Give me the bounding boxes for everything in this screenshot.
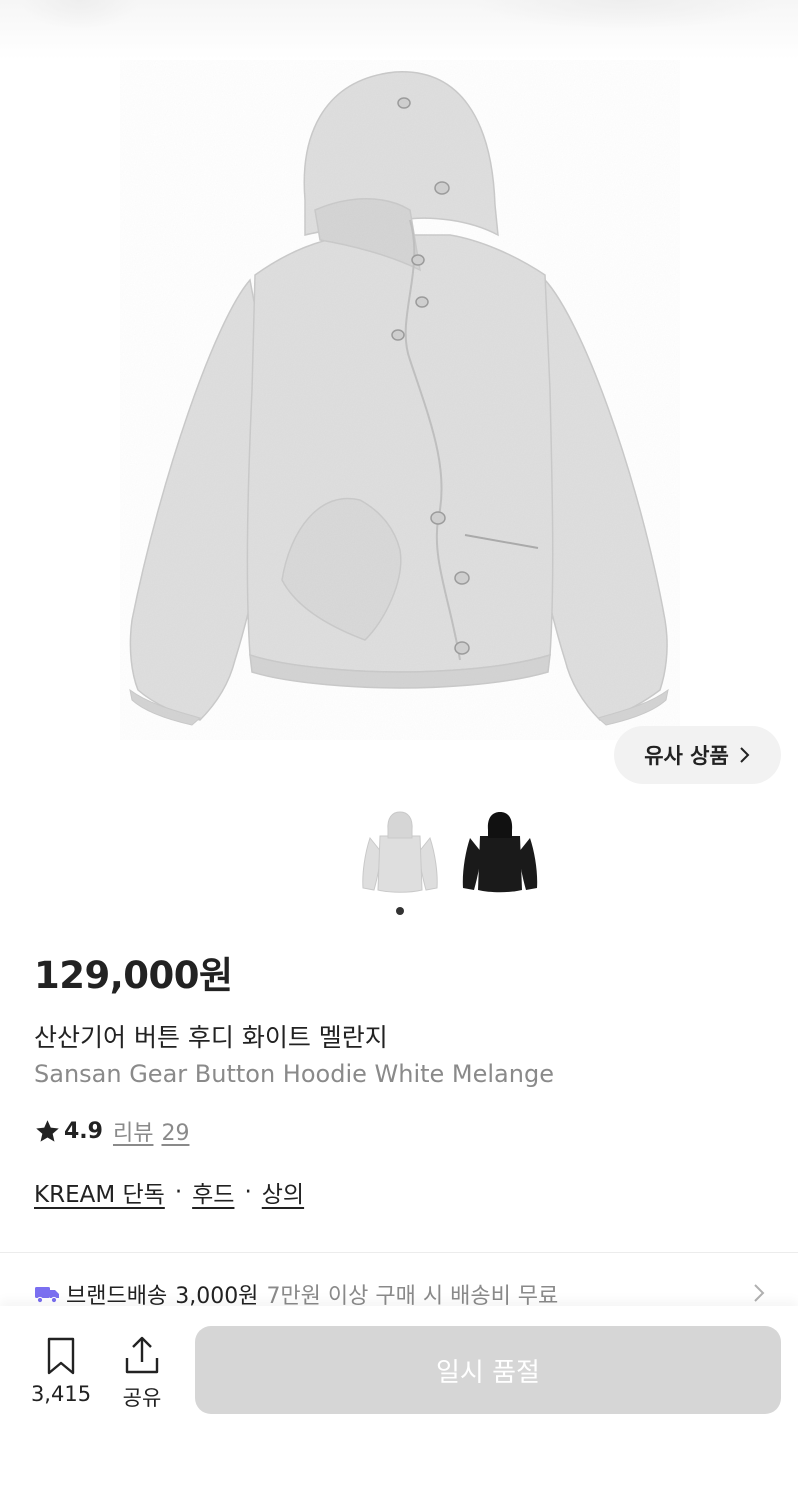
product-name-korean: 산산기어 버튼 후디 화이트 멜란지 xyxy=(34,1023,388,1052)
thumbnail-white-melange[interactable] xyxy=(360,808,440,903)
star-icon xyxy=(36,1119,59,1142)
review-label: 리뷰 xyxy=(112,1121,154,1146)
review-link[interactable]: 리뷰 29 xyxy=(113,1115,189,1147)
bookmark-icon xyxy=(47,1337,75,1375)
tag-separator: · xyxy=(244,1179,252,1205)
tag-top[interactable]: 상의 xyxy=(262,1175,304,1209)
share-button[interactable]: 공유 xyxy=(112,1334,172,1412)
share-icon xyxy=(125,1336,159,1374)
bookmark-button[interactable]: 3,415 xyxy=(28,1336,94,1406)
bookmark-count: 3,415 xyxy=(30,1382,92,1406)
chevron-right-icon xyxy=(740,747,750,763)
rating-row: 4.9 리뷰 29 xyxy=(34,1115,189,1147)
chevron-right-icon xyxy=(754,1284,765,1302)
product-main-image[interactable] xyxy=(120,60,680,740)
truck-icon xyxy=(35,1287,59,1304)
rating-value: 4.9 xyxy=(64,1118,103,1144)
product-name-english: Sansan Gear Button Hoodie White Melange xyxy=(34,1060,554,1088)
tag-kream-exclusive[interactable]: KREAM 단독 xyxy=(34,1175,165,1209)
similar-products-label: 유사 상품 xyxy=(644,744,729,768)
carousel-indicator xyxy=(396,907,404,915)
category-tags: KREAM 단독 · 후드 · 상의 xyxy=(34,1175,304,1209)
sold-out-button[interactable]: 일시 품절 xyxy=(195,1326,781,1414)
similar-products-button[interactable]: 유사 상품 xyxy=(614,726,781,784)
tag-separator: · xyxy=(174,1179,183,1205)
tag-hood[interactable]: 후드 xyxy=(192,1175,234,1209)
product-price: 129,000원 xyxy=(34,954,233,997)
color-thumbnails xyxy=(360,808,540,903)
share-label: 공유 xyxy=(122,1386,162,1410)
bottom-action-bar: 3,415 공유 일시 품절 xyxy=(0,1306,798,1500)
sold-out-label: 일시 품절 xyxy=(436,1357,540,1388)
section-divider xyxy=(0,1252,798,1253)
thumbnail-black[interactable] xyxy=(460,808,540,903)
review-count: 29 xyxy=(161,1121,190,1146)
